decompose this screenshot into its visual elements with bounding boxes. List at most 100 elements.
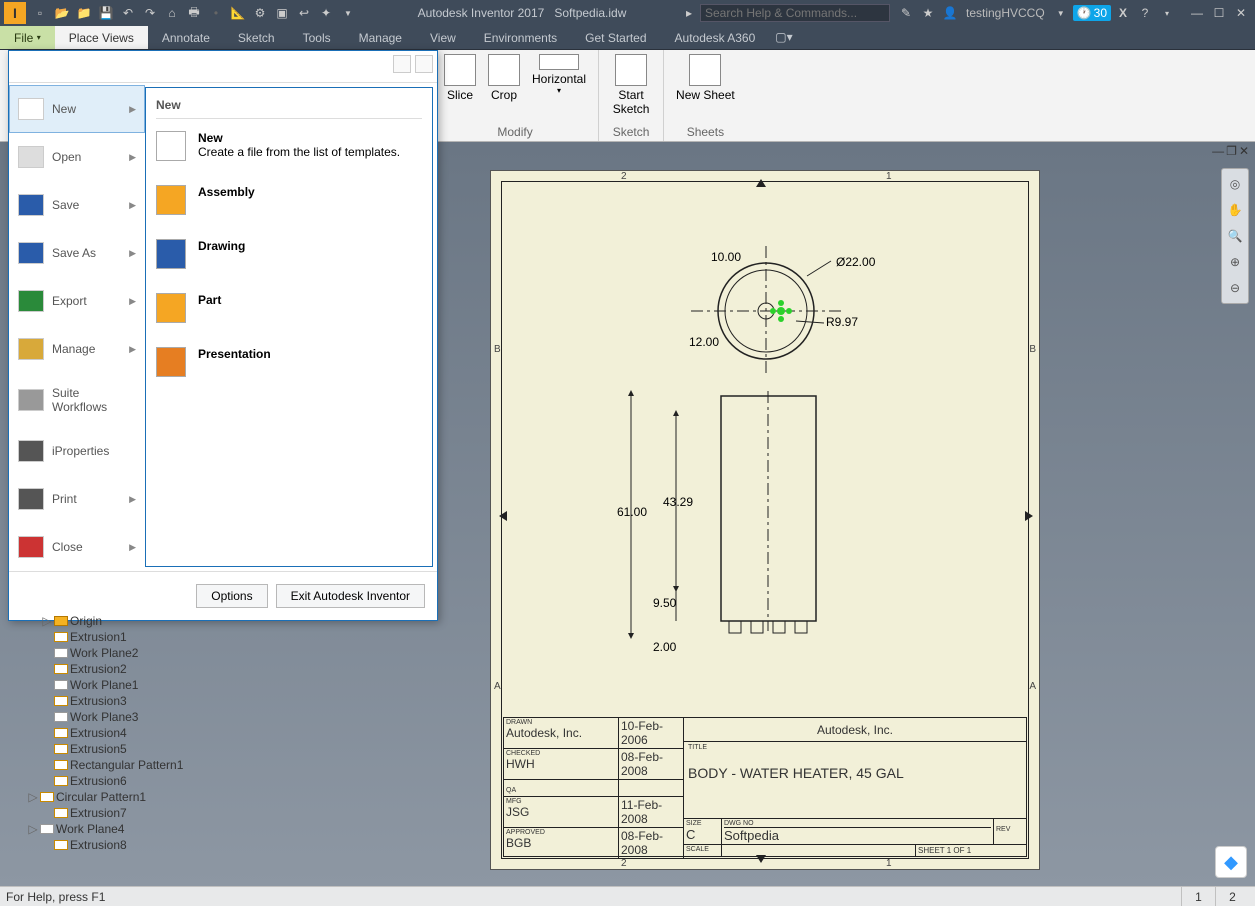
user-dropdown-icon[interactable]: ▼	[1051, 3, 1071, 23]
navwheel-icon[interactable]: ◎	[1224, 173, 1246, 195]
update-icon[interactable]: ✦	[316, 3, 336, 23]
new-icon[interactable]: ▫	[30, 3, 50, 23]
horizontal-button[interactable]: Horizontal▾	[526, 52, 592, 104]
undo-icon[interactable]: ↶	[118, 3, 138, 23]
print-icon[interactable]: 🖶	[184, 3, 204, 23]
tree-node-extrusion8[interactable]: Extrusion8	[14, 837, 234, 853]
tree-node-circular-pattern1[interactable]: ▷Circular Pattern1	[14, 789, 234, 805]
drawing-sheet[interactable]: 2 1 2 1 B A B A 10.00 Ø22.00 12.00 R9.97	[490, 170, 1040, 870]
trial-badge[interactable]: 🕐30	[1073, 5, 1111, 21]
model-browser[interactable]: ▷OriginExtrusion1Work Plane2Extrusion2Wo…	[14, 613, 234, 853]
signin-icon[interactable]: ✎	[896, 3, 916, 23]
slice-button[interactable]: Slice	[438, 52, 482, 104]
measure-icon[interactable]: 📐	[228, 3, 248, 23]
start-sketch-button[interactable]: Start Sketch	[605, 52, 657, 118]
crop-button[interactable]: Crop	[482, 52, 526, 104]
window-title: Autodesk Inventor 2017 Softpedia.idw	[358, 6, 686, 20]
tree-node-origin[interactable]: ▷Origin	[14, 613, 234, 629]
new-template-part[interactable]: Part	[156, 293, 422, 323]
new-sheet-button[interactable]: New Sheet	[670, 52, 741, 104]
doc-restore-icon[interactable]: ❐	[1226, 144, 1237, 158]
tree-node-extrusion3[interactable]: Extrusion3	[14, 693, 234, 709]
tab-manage[interactable]: Manage	[345, 26, 416, 49]
file-menu-item-manage[interactable]: Manage▶	[9, 325, 145, 373]
file-menu-item-export[interactable]: Export▶	[9, 277, 145, 325]
tree-node-work-plane3[interactable]: Work Plane3	[14, 709, 234, 725]
open-dwg-icon[interactable]: 📁	[74, 3, 94, 23]
options-button[interactable]: Options	[196, 584, 267, 608]
close-icon[interactable]: ✕	[1231, 3, 1251, 23]
maximize-icon[interactable]: ☐	[1209, 3, 1229, 23]
help-dropdown-icon[interactable]: ▾	[1157, 3, 1177, 23]
open-icon[interactable]: 📂	[52, 3, 72, 23]
search-input[interactable]	[700, 4, 890, 22]
user-icon[interactable]: 👤	[940, 3, 960, 23]
tab-sketch[interactable]: Sketch	[224, 26, 289, 49]
tree-node-extrusion7[interactable]: Extrusion7	[14, 805, 234, 821]
tab-view[interactable]: View	[416, 26, 470, 49]
file-menu-item-save-as[interactable]: Save As▶	[9, 229, 145, 277]
file-tab[interactable]: File ▾	[0, 26, 55, 49]
tree-node-extrusion5[interactable]: Extrusion5	[14, 741, 234, 757]
ribbon-expand-icon[interactable]: ▢▾	[769, 26, 798, 49]
collab-icon[interactable]: ◆	[1215, 846, 1247, 878]
new-template-drawing[interactable]: Drawing	[156, 239, 422, 269]
tab-tools[interactable]: Tools	[289, 26, 345, 49]
doc-close-icon[interactable]: ✕	[1239, 144, 1249, 158]
new-template-presentation[interactable]: Presentation	[156, 347, 422, 377]
zoom-icon[interactable]: 🔍	[1224, 225, 1246, 247]
tab-a360[interactable]: Autodesk A360	[661, 26, 770, 49]
tree-node-work-plane4[interactable]: ▷Work Plane4	[14, 821, 234, 837]
ext-icon	[54, 760, 68, 770]
tree-node-work-plane1[interactable]: Work Plane1	[14, 677, 234, 693]
file-menu-item-print[interactable]: Print▶	[9, 475, 145, 523]
favorite-icon[interactable]: ★	[918, 3, 938, 23]
pan-icon[interactable]: ✋	[1224, 199, 1246, 221]
small-button-1[interactable]	[393, 55, 411, 73]
exchange-icon[interactable]: X	[1113, 3, 1133, 23]
new-template-assembly[interactable]: Assembly	[156, 185, 422, 215]
redo-icon[interactable]: ↷	[140, 3, 160, 23]
tab-place-views[interactable]: Place Views	[55, 26, 148, 49]
file-menu-item-new[interactable]: New▶	[9, 85, 145, 133]
exit-button[interactable]: Exit Autodesk Inventor	[276, 584, 425, 608]
help-icon[interactable]: ?	[1135, 3, 1155, 23]
tree-node-extrusion4[interactable]: Extrusion4	[14, 725, 234, 741]
status-page-2[interactable]: 2	[1215, 887, 1249, 906]
zoom-out-icon[interactable]: ⊖	[1224, 277, 1246, 299]
tab-get-started[interactable]: Get Started	[571, 26, 660, 49]
user-name[interactable]: testingHVCCQ	[966, 6, 1045, 20]
file-item-icon	[18, 98, 44, 120]
new-template-new[interactable]: NewCreate a file from the list of templa…	[156, 131, 422, 161]
dim-d8: 2.00	[653, 640, 677, 654]
file-menu: New▶Open▶Save▶Save As▶Export▶Manage▶Suit…	[8, 50, 438, 621]
zoom-in-icon[interactable]: ⊕	[1224, 251, 1246, 273]
small-button-2[interactable]	[415, 55, 433, 73]
save-icon[interactable]: 💾	[96, 3, 116, 23]
tree-node-extrusion1[interactable]: Extrusion1	[14, 629, 234, 645]
file-menu-item-close[interactable]: Close▶	[9, 523, 145, 571]
project-icon[interactable]: ▣	[272, 3, 292, 23]
status-page-1[interactable]: 1	[1181, 887, 1215, 906]
file-menu-item-suite-workflows[interactable]: Suite Workflows	[9, 373, 145, 427]
file-menu-item-save[interactable]: Save▶	[9, 181, 145, 229]
template-icon	[156, 131, 186, 161]
doc-minimize-icon[interactable]: —	[1212, 144, 1224, 158]
minimize-icon[interactable]: —	[1187, 3, 1207, 23]
title-block: DRAWNAutodesk, Inc.10-Feb-2006 CHECKEDHW…	[503, 717, 1027, 857]
tree-node-extrusion2[interactable]: Extrusion2	[14, 661, 234, 677]
tab-annotate[interactable]: Annotate	[148, 26, 224, 49]
qat-dropdown-icon[interactable]: ▼	[338, 3, 358, 23]
app-options-icon[interactable]: ⚙	[250, 3, 270, 23]
tab-environments[interactable]: Environments	[470, 26, 571, 49]
return-icon[interactable]: ↩	[294, 3, 314, 23]
file-menu-item-iproperties[interactable]: iProperties	[9, 427, 145, 475]
tree-node-rectangular-pattern1[interactable]: Rectangular Pattern1	[14, 757, 234, 773]
tree-node-work-plane2[interactable]: Work Plane2	[14, 645, 234, 661]
ext-icon	[40, 792, 54, 802]
ribbon-group-sketch: Start Sketch Sketch	[599, 50, 664, 141]
wp-icon	[54, 648, 68, 658]
tree-node-extrusion6[interactable]: Extrusion6	[14, 773, 234, 789]
home-icon[interactable]: ⌂	[162, 3, 182, 23]
file-menu-item-open[interactable]: Open▶	[9, 133, 145, 181]
